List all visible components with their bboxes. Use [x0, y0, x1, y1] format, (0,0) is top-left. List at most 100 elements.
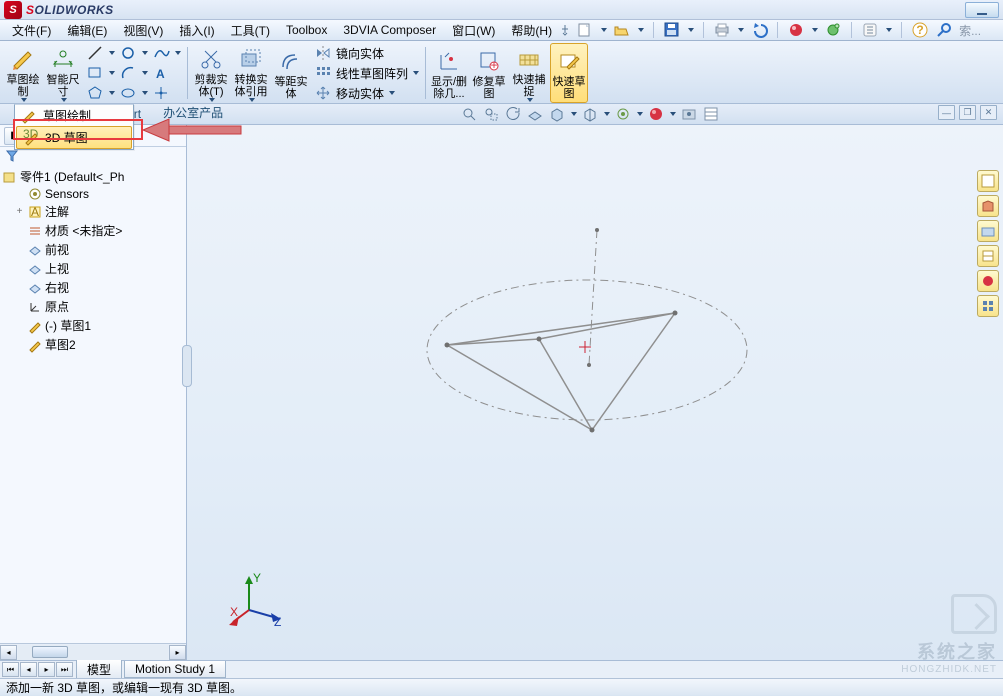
print-button[interactable]	[713, 21, 731, 39]
tree-origin[interactable]: 原点	[0, 297, 186, 316]
ellipse-icon[interactable]	[119, 84, 137, 102]
new-button[interactable]	[576, 21, 594, 39]
dropdown-icon[interactable]	[688, 28, 694, 32]
options-button[interactable]	[861, 21, 879, 39]
ribbon-quicksnap[interactable]: 快速捕捉	[510, 43, 548, 103]
taskpane-palette-icon[interactable]	[977, 245, 999, 267]
dropdown-icon[interactable]	[109, 71, 115, 75]
mirror-icon[interactable]	[314, 44, 332, 62]
menu-3dvia[interactable]: 3DVIA Composer	[335, 21, 444, 39]
dropdown-icon[interactable]	[638, 28, 644, 32]
menu-tools[interactable]: 工具(T)	[223, 20, 278, 41]
view-orient-icon[interactable]	[548, 105, 566, 123]
tree-top[interactable]: 上视	[0, 259, 186, 278]
menu-view[interactable]: 视图(V)	[115, 20, 171, 41]
dropdown-icon[interactable]	[738, 28, 744, 32]
tree-right[interactable]: 右视	[0, 278, 186, 297]
line-icon[interactable]	[86, 44, 104, 62]
tree-front[interactable]: 前视	[0, 240, 186, 259]
dropdown-icon[interactable]	[142, 71, 148, 75]
tab-office[interactable]: 办公室产品	[152, 100, 234, 124]
dropdown-icon[interactable]	[601, 28, 607, 32]
dropdown-icon[interactable]	[109, 51, 115, 55]
render-icon[interactable]	[680, 105, 698, 123]
tree-material[interactable]: 材质 <未指定>	[0, 221, 186, 240]
help-icon[interactable]: ?	[911, 21, 929, 39]
dropdown-icon[interactable]	[142, 91, 148, 95]
tab-nav-first-icon[interactable]: ⏮	[2, 662, 19, 677]
taskpane-appear-icon[interactable]	[977, 270, 999, 292]
mirror-label[interactable]: 镜向实体	[336, 45, 384, 62]
ribbon-rapidsketch[interactable]: 快速草图	[550, 43, 588, 103]
tree-sketch1[interactable]: (-) 草图1	[0, 316, 186, 335]
zoom-area-icon[interactable]	[482, 105, 500, 123]
doc-min-icon[interactable]: —	[938, 105, 955, 120]
taskpane-library-icon[interactable]	[977, 195, 999, 217]
prev-view-icon[interactable]	[504, 105, 522, 123]
display-style-icon[interactable]	[581, 105, 599, 123]
menu-help[interactable]: 帮助(H)	[503, 20, 560, 41]
taskpane-resources-icon[interactable]	[977, 170, 999, 192]
graphics-area[interactable]: Y Z X	[187, 125, 1003, 660]
doc-close-icon[interactable]: ✕	[980, 105, 997, 120]
tree-sketch2[interactable]: 草图2	[0, 335, 186, 354]
arc-icon[interactable]	[119, 64, 137, 82]
polygon-icon[interactable]	[86, 84, 104, 102]
rect-icon[interactable]	[86, 64, 104, 82]
settings-tool-icon[interactable]	[702, 105, 720, 123]
menu-window[interactable]: 窗口(W)	[444, 20, 503, 41]
search-button[interactable]	[935, 21, 953, 39]
scroll-right-icon[interactable]: ▸	[169, 645, 186, 660]
tab-nav-next-icon[interactable]: ▸	[38, 662, 55, 677]
circle-icon[interactable]	[119, 44, 137, 62]
tree-annotations[interactable]: +A注解	[0, 202, 186, 221]
spline-icon[interactable]	[152, 44, 170, 62]
move-label[interactable]: 移动实体	[336, 85, 384, 102]
text-icon[interactable]: A	[152, 64, 170, 82]
scroll-left-icon[interactable]: ◂	[0, 645, 17, 660]
scroll-thumb[interactable]	[32, 646, 68, 658]
tab-model[interactable]: 模型	[76, 660, 122, 680]
dropdown-item-sketch[interactable]: 草图绘制	[15, 105, 133, 126]
menu-insert[interactable]: 插入(I)	[171, 20, 222, 41]
ribbon-repair[interactable]: + 修复草图	[470, 43, 508, 103]
ribbon-convert[interactable]: 转换实体引用	[232, 43, 270, 103]
panel-hscroll[interactable]: ◂ ▸	[0, 643, 186, 660]
dropdown-icon[interactable]	[175, 51, 181, 55]
ribbon-trim[interactable]: 剪裁实体(T)	[192, 43, 230, 103]
doc-rest-icon[interactable]: ❐	[959, 105, 976, 120]
dropdown-icon[interactable]	[142, 51, 148, 55]
ribbon-sketch[interactable]: 草图绘制	[4, 43, 42, 103]
taskpane-explorer-icon[interactable]	[977, 220, 999, 242]
ribbon-display[interactable]: 显示/删除几...	[430, 43, 468, 103]
ribbon-offset[interactable]: 等距实体	[272, 43, 310, 103]
dropdown-icon[interactable]	[109, 91, 115, 95]
pin-icon[interactable]	[560, 25, 570, 35]
pattern-icon[interactable]	[314, 64, 332, 82]
menu-toolbox[interactable]: Toolbox	[278, 21, 335, 39]
pattern-label[interactable]: 线性草图阵列	[336, 65, 408, 82]
dropdown-icon[interactable]	[812, 28, 818, 32]
scene-icon[interactable]	[647, 105, 665, 123]
hide-show-icon[interactable]	[614, 105, 632, 123]
save-button[interactable]	[663, 21, 681, 39]
section-icon[interactable]	[526, 105, 544, 123]
menu-edit[interactable]: 编辑(E)	[59, 20, 115, 41]
tab-nav-last-icon[interactable]: ⏭	[56, 662, 73, 677]
move-icon[interactable]	[314, 84, 332, 102]
tab-motion[interactable]: Motion Study 1	[124, 661, 226, 678]
titlebar-min-icon[interactable]	[965, 2, 999, 18]
tree-root[interactable]: 零件1 (Default<_Ph	[0, 167, 186, 186]
undo-button[interactable]	[750, 21, 768, 39]
tab-nav-prev-icon[interactable]: ◂	[20, 662, 37, 677]
ribbon-smartdim[interactable]: 智能尺寸	[44, 43, 82, 103]
dropdown-icon[interactable]	[886, 28, 892, 32]
open-button[interactable]	[613, 21, 631, 39]
rebuild-button[interactable]	[824, 21, 842, 39]
taskpane-custom-icon[interactable]	[977, 295, 999, 317]
menu-file[interactable]: 文件(F)	[4, 20, 59, 41]
tree-sensors[interactable]: Sensors	[0, 186, 186, 202]
zoom-fit-icon[interactable]	[460, 105, 478, 123]
dropdown-item-3dsketch[interactable]: 3D 3D 草图	[16, 126, 132, 149]
appearance-button[interactable]	[787, 21, 805, 39]
